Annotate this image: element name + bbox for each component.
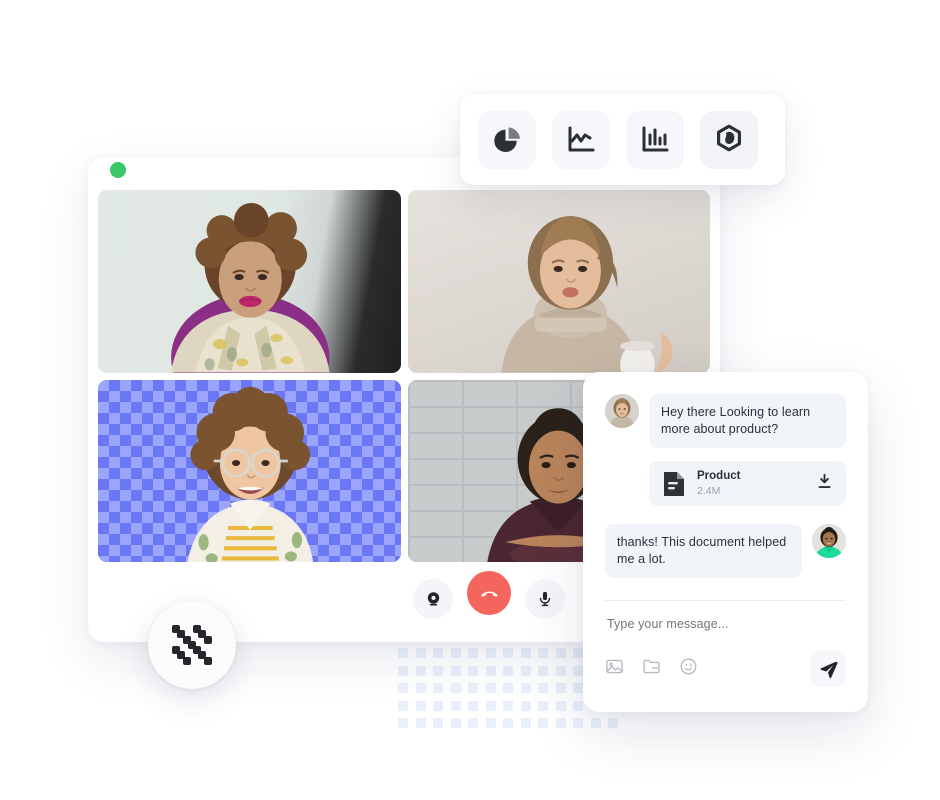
message-input[interactable] (605, 616, 850, 632)
line-chart-icon (568, 126, 595, 151)
phone-hangup-icon (480, 590, 498, 597)
pie-chart-icon (494, 126, 520, 152)
shape-tool-button[interactable] (700, 110, 758, 169)
download-button[interactable] (816, 473, 833, 495)
online-status-dot (110, 162, 126, 178)
hangup-button[interactable] (467, 571, 511, 615)
checker-dots-icon (172, 625, 212, 665)
woman-avatar (605, 394, 639, 428)
attach-image-button[interactable] (605, 657, 624, 681)
chat-message-outgoing: thanks! This document helped me a lot. (605, 524, 846, 578)
chat-message-incoming: Hey there Looking to learn more about pr… (605, 394, 846, 448)
chat-panel: Hey there Looking to learn more about pr… (583, 372, 868, 712)
video-tile-participant-3[interactable] (98, 379, 401, 562)
attachment-size: 2.4M (697, 485, 721, 497)
chart-type-toolbar (460, 94, 785, 185)
microphone-button[interactable] (525, 579, 565, 619)
composer-toolbar (605, 651, 846, 687)
video-tile-participant-2[interactable] (407, 190, 710, 373)
pie-chart-button[interactable] (478, 110, 536, 169)
line-chart-button[interactable] (552, 110, 610, 169)
avatar-image (605, 394, 639, 428)
bar-chart-icon (642, 126, 669, 151)
attachment-name: Product (697, 470, 741, 482)
emoji-button[interactable] (679, 657, 698, 681)
participant-2-portrait (500, 216, 672, 373)
chat-bubble-text: thanks! This document helped me a lot. (605, 524, 802, 578)
chat-bubble-text: Hey there Looking to learn more about pr… (649, 394, 846, 448)
emoji-icon (680, 658, 697, 675)
man-avatar (812, 524, 846, 558)
composer-divider (605, 600, 846, 601)
chat-attachment-card[interactable]: Product 2.4M (649, 461, 846, 506)
camera-button[interactable] (413, 579, 453, 619)
send-icon (820, 661, 838, 679)
background-grid-button[interactable] (148, 601, 236, 689)
participant-1-portrait (171, 202, 330, 373)
document-icon (662, 470, 686, 498)
message-composer (605, 615, 850, 687)
avatar-image (812, 524, 846, 558)
video-tile-participant-1[interactable] (98, 190, 401, 373)
attach-file-button[interactable] (642, 657, 661, 681)
send-button[interactable] (810, 651, 846, 687)
hexagon-blob-icon (717, 124, 741, 151)
image-icon (606, 659, 623, 674)
attachment-meta: Product 2.4M (697, 469, 740, 498)
participant-3-portrait (187, 386, 314, 562)
bar-chart-button[interactable] (626, 110, 684, 169)
download-icon (818, 473, 831, 488)
scene: Hey there Looking to learn more about pr… (0, 0, 940, 800)
microphone-icon (539, 591, 551, 607)
webcam-icon (427, 591, 439, 605)
folder-icon (643, 659, 660, 674)
